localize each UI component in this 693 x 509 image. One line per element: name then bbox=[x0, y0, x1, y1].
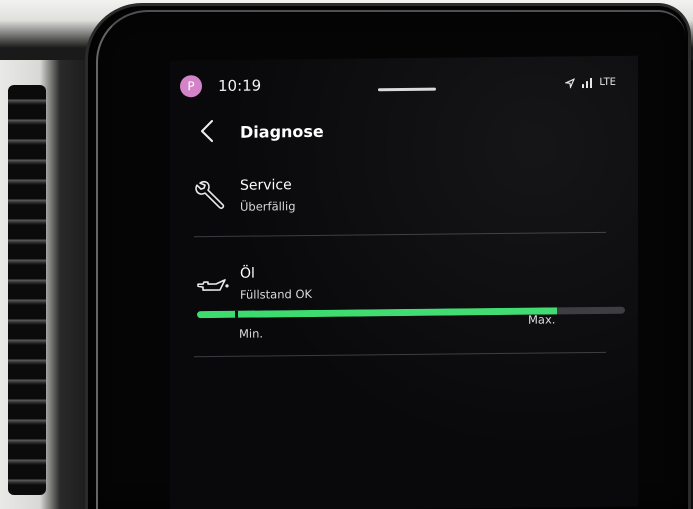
infotainment-screen: P 10:19 LTE Diagnose Service Überfällig bbox=[170, 55, 638, 509]
oil-max-label: Max. bbox=[528, 312, 556, 327]
navigation-arrow-icon bbox=[565, 77, 576, 88]
status-icons: LTE bbox=[565, 77, 616, 89]
page-header: Diagnose bbox=[194, 111, 614, 149]
service-title: Service bbox=[240, 177, 292, 194]
oil-status: Füllstand OK bbox=[240, 286, 313, 302]
oil-min-marker bbox=[235, 310, 238, 318]
page-title: Diagnose bbox=[240, 121, 324, 142]
oil-min-label: Min. bbox=[239, 326, 264, 341]
oil-can-icon bbox=[197, 279, 229, 291]
air-vent bbox=[8, 85, 46, 495]
oil-title: Öl bbox=[240, 265, 255, 282]
status-bar: P 10:19 LTE bbox=[178, 70, 630, 101]
profile-avatar[interactable]: P bbox=[180, 75, 202, 98]
network-type: LTE bbox=[599, 76, 616, 88]
oil-level-fill bbox=[197, 307, 557, 319]
wrench-icon bbox=[195, 180, 225, 210]
service-status: Überfällig bbox=[240, 199, 296, 214]
clock: 10:19 bbox=[218, 76, 262, 95]
chevron-left-icon[interactable] bbox=[198, 119, 216, 143]
pull-down-handle[interactable] bbox=[378, 87, 436, 92]
oil-row[interactable]: Öl Füllstand OK Min. Max. bbox=[194, 256, 625, 363]
service-row[interactable]: Service Überfällig bbox=[194, 168, 624, 235]
signal-strength-icon bbox=[582, 77, 593, 88]
oil-level-bar bbox=[197, 306, 625, 319]
